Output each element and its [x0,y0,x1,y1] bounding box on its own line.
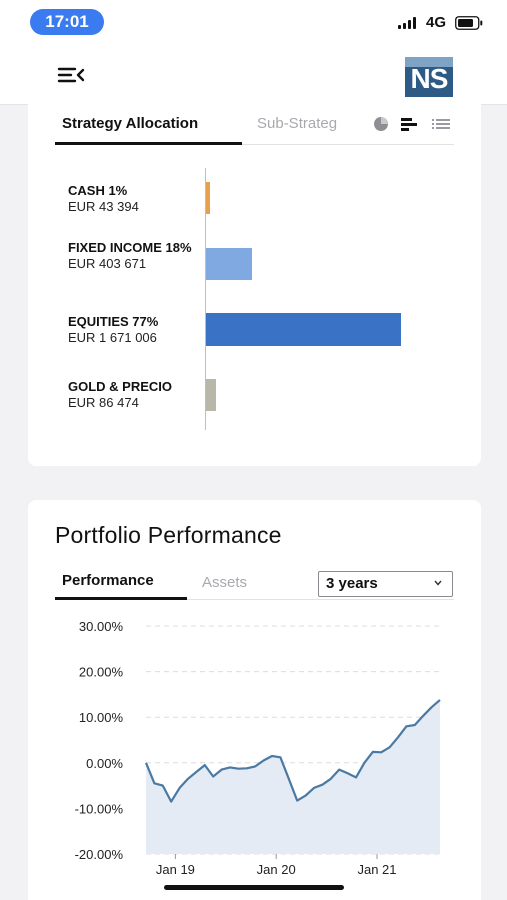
allocation-tabs: Strategy Allocation Sub-Strateg [55,104,454,145]
allocation-item-cash: CASH 1% EUR 43 394 [68,183,193,215]
allocation-bar-equities [206,313,401,346]
status-time: 17:01 [30,9,104,35]
app-header: NS [0,44,507,105]
performance-chart: 30.00% 20.00% 10.00% 0.00% -10.00% -20.00% Jan… [75,619,441,877]
signal-icon [398,17,418,29]
active-tab-underline [55,597,187,600]
allocation-item-name: EQUITIES 77% [68,314,159,329]
y-tick-label: 10.00% [79,710,124,725]
menu-collapse-icon[interactable] [57,66,85,84]
allocation-item-name: GOLD & PRECIO [68,379,173,394]
tab-sub-strategy[interactable]: Sub-Strateg [257,115,361,132]
y-tick-label: 0.00% [86,756,123,771]
allocation-bar-fixed-income [206,248,252,280]
y-tick-label: 30.00% [79,619,124,634]
period-select[interactable]: 3 years [318,571,453,597]
network-label: 4G [426,14,447,31]
pie-chart-icon[interactable] [372,116,390,132]
allocation-bar-gold [206,379,216,411]
allocation-item-name: FIXED INCOME 18% [68,240,192,255]
allocation-card: Strategy Allocation Sub-Strateg CASH 1% … [28,104,481,466]
status-bar: 17:01 4G [0,0,507,44]
allocation-item-equities: EQUITIES 77% EUR 1 671 006 [68,314,193,346]
tab-assets[interactable]: Assets [202,574,247,591]
tab-strategy-allocation[interactable]: Strategy Allocation [62,115,198,132]
active-tab-underline [55,142,242,145]
list-icon[interactable] [432,116,450,132]
performance-card: Portfolio Performance Performance Assets… [28,500,481,900]
y-tick-label: -10.00% [75,801,124,816]
allocation-bar-cash [206,182,210,214]
y-tick-label: -20.00% [75,847,124,862]
allocation-item-value: EUR 43 394 [68,199,139,214]
bar-chart-icon[interactable] [400,116,418,132]
x-tick-label: Jan 21 [357,862,396,877]
allocation-item-fixed-income: FIXED INCOME 18% EUR 403 671 [68,240,193,272]
allocation-item-value: EUR 1 671 006 [68,330,157,345]
tab-performance[interactable]: Performance [62,572,154,589]
performance-title: Portfolio Performance [55,522,282,548]
allocation-item-name: CASH 1% [68,183,128,198]
allocation-item-value: EUR 86 474 [68,395,139,410]
home-indicator[interactable] [164,885,344,890]
chevron-down-icon [434,580,442,586]
x-tick-label: Jan 20 [257,862,296,877]
period-select-value: 3 years [326,575,378,592]
allocation-item-gold: GOLD & PRECIO EUR 86 474 [68,379,193,411]
x-tick-label: Jan 19 [156,862,195,877]
allocation-item-value: EUR 403 671 [68,256,147,271]
brand-logo: NS [405,57,453,97]
y-tick-label: 20.00% [79,665,124,680]
battery-icon [455,16,483,30]
